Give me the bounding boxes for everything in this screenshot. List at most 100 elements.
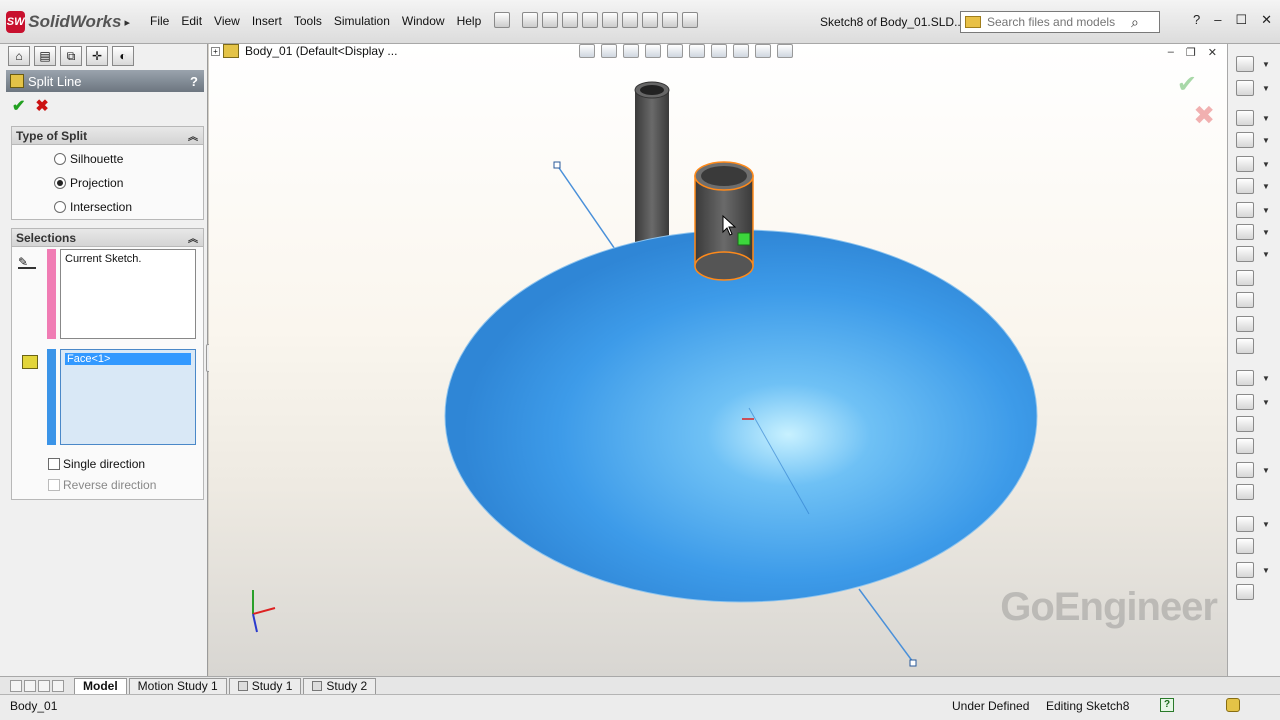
option-projection[interactable]: Projection	[12, 171, 203, 195]
tab-model[interactable]: Model	[74, 677, 127, 694]
chevron-down-icon[interactable]: ▼	[1262, 160, 1270, 169]
menu-insert[interactable]: Insert	[246, 14, 288, 28]
graphics-area[interactable]: + Body_01 (Default<Display ... – ❐ ✕ ✔ ✖…	[209, 44, 1227, 676]
tall-tube[interactable]	[635, 90, 669, 250]
display-relations-icon[interactable]	[1236, 516, 1254, 532]
option-intersection[interactable]: Intersection	[12, 195, 203, 219]
arc-icon[interactable]	[1236, 202, 1254, 218]
radio-intersection[interactable]	[54, 201, 66, 213]
tag-icon[interactable]	[1226, 698, 1240, 712]
undo-icon[interactable]	[602, 12, 618, 28]
offset-entities-icon[interactable]	[1236, 416, 1254, 432]
collapse-icon[interactable]: ︽	[188, 128, 198, 143]
restore-icon[interactable]: ❐	[1186, 46, 1196, 59]
menu-view[interactable]: View	[208, 14, 246, 28]
slot-icon[interactable]	[1236, 156, 1254, 172]
feature-tree-root[interactable]: + Body_01 (Default<Display ...	[211, 44, 397, 58]
smart-dimension-icon[interactable]	[1236, 80, 1254, 96]
pin-icon[interactable]	[494, 12, 510, 28]
selection-handle[interactable]	[737, 232, 751, 246]
single-direction-option[interactable]: Single direction	[48, 457, 145, 471]
collapse-icon[interactable]: ︽	[188, 230, 198, 245]
mirror-entities-icon[interactable]	[1236, 438, 1254, 454]
chevron-down-icon[interactable]: ▼	[1262, 136, 1270, 145]
search-icon[interactable]: ⌕	[1131, 14, 1139, 31]
previous-tab-icon[interactable]	[24, 679, 36, 692]
chevron-down-icon[interactable]: ▼	[1262, 228, 1270, 237]
chevron-down-icon[interactable]: ▼	[1262, 520, 1270, 529]
expand-icon[interactable]: +	[211, 46, 220, 56]
chevron-down-icon[interactable]: ▼	[1262, 84, 1270, 93]
chevron-down-icon[interactable]: ▼	[1262, 60, 1270, 69]
radio-projection[interactable]	[54, 177, 66, 189]
trim-entities-icon[interactable]	[1236, 370, 1254, 386]
section-view-icon[interactable]	[645, 44, 661, 58]
file-properties-icon[interactable]	[662, 12, 678, 28]
chevron-down-icon[interactable]: ▼	[1262, 206, 1270, 215]
menu-file[interactable]: File	[144, 14, 175, 28]
cancel-x-icon[interactable]: ✖	[35, 96, 48, 115]
dome-body-face[interactable]	[444, 229, 1038, 603]
tab-study-2[interactable]: Study 2	[303, 677, 377, 694]
face-selection-box[interactable]: Face<1>	[60, 349, 196, 445]
convert-entities-icon[interactable]	[1236, 394, 1254, 410]
open-icon[interactable]	[542, 12, 558, 28]
help-icon[interactable]: ?	[1193, 12, 1200, 28]
zoom-to-fit-icon[interactable]	[579, 44, 595, 58]
dimxpert-tab-icon[interactable]: ✛	[86, 46, 108, 66]
single-direction-checkbox[interactable]	[48, 458, 60, 470]
display-manager-tab-icon[interactable]: ◐	[112, 46, 134, 66]
quick-snaps-icon[interactable]	[1236, 562, 1254, 578]
ok-check-icon[interactable]: ✔	[12, 96, 25, 115]
chevron-down-icon[interactable]: ▼	[1262, 250, 1270, 259]
search-input[interactable]	[987, 15, 1127, 29]
sketch-endpoint-bottom[interactable]	[909, 659, 917, 667]
apply-scene-icon[interactable]	[755, 44, 771, 58]
sketch-line-right[interactable]	[858, 588, 914, 663]
chevron-down-icon[interactable]: ▼	[1262, 466, 1270, 475]
view-orientation-icon[interactable]	[667, 44, 683, 58]
radio-silhouette[interactable]	[54, 153, 66, 165]
maximize-icon[interactable]: ☐	[1235, 12, 1247, 28]
previous-view-icon[interactable]	[623, 44, 639, 58]
move-entities-icon[interactable]	[1236, 484, 1254, 500]
minimize-icon[interactable]: –	[1214, 12, 1221, 28]
linear-pattern-icon[interactable]	[1236, 462, 1254, 478]
line-icon[interactable]	[1236, 110, 1254, 126]
centerline-icon[interactable]	[1236, 338, 1254, 354]
solidworks-logo[interactable]: SW SolidWorks ▸	[6, 9, 130, 35]
circle-icon[interactable]	[1236, 178, 1254, 194]
chevron-down-icon[interactable]: ▼	[1262, 398, 1270, 407]
confirmation-ok-icon[interactable]: ✔	[1177, 70, 1197, 99]
polygon-icon[interactable]	[1236, 292, 1254, 308]
tab-motion-study-1[interactable]: Motion Study 1	[128, 677, 227, 694]
menu-simulation[interactable]: Simulation	[328, 14, 396, 28]
close-icon[interactable]: ✕	[1261, 12, 1272, 28]
face-selection-value[interactable]: Face<1>	[65, 353, 191, 365]
help-icon[interactable]: ?	[190, 74, 198, 89]
type-of-split-header[interactable]: Type of Split ︽	[12, 127, 203, 145]
zoom-area-icon[interactable]	[601, 44, 617, 58]
first-tab-icon[interactable]	[10, 679, 22, 692]
new-document-icon[interactable]	[522, 12, 538, 28]
rectangle-icon[interactable]	[1236, 132, 1254, 148]
spline-icon[interactable]	[1236, 224, 1254, 240]
configuration-manager-tab-icon[interactable]: ⧉	[60, 46, 82, 66]
sketch-selection-box[interactable]: Current Sketch.	[60, 249, 196, 339]
rebuild-icon[interactable]	[642, 12, 658, 28]
search-box[interactable]: ⌕	[960, 11, 1160, 33]
sketch-endpoint-top[interactable]	[553, 161, 561, 169]
tab-study-1[interactable]: Study 1	[228, 677, 302, 694]
minimize-icon[interactable]: –	[1168, 46, 1174, 59]
print-icon[interactable]	[582, 12, 598, 28]
parabola-icon[interactable]	[1236, 270, 1254, 286]
selections-header[interactable]: Selections ︽	[12, 229, 203, 247]
display-style-icon[interactable]	[689, 44, 705, 58]
point-icon[interactable]	[1236, 316, 1254, 332]
rapid-sketch-icon[interactable]	[1236, 584, 1254, 600]
option-silhouette[interactable]: Silhouette	[12, 147, 203, 171]
menu-window[interactable]: Window	[396, 14, 451, 28]
close-icon[interactable]: ✕	[1208, 46, 1217, 59]
menu-edit[interactable]: Edit	[175, 14, 208, 28]
hide-show-icon[interactable]	[711, 44, 727, 58]
